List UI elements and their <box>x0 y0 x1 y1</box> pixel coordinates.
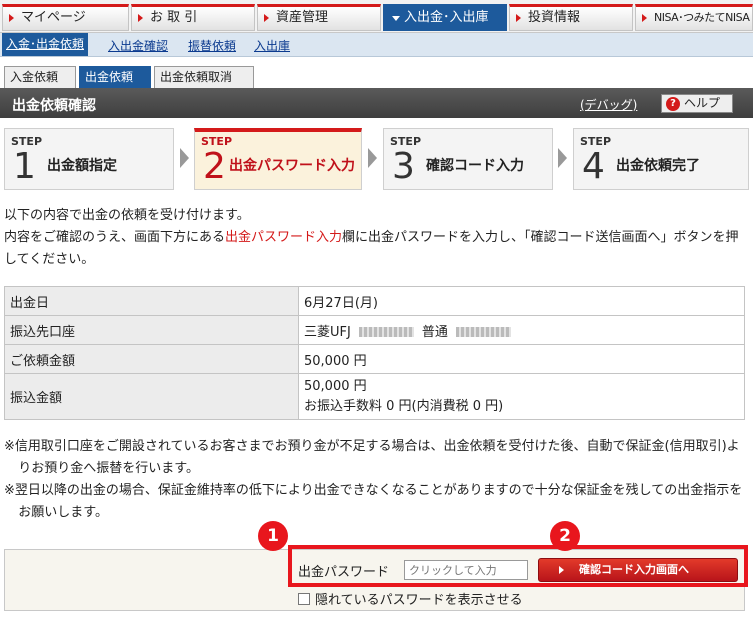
step-name: 出金依頼完了 <box>616 158 700 174</box>
show-password-label: 隠れているパスワードを表示させる <box>315 593 523 608</box>
intro-text-part: 内容をご確認のうえ、画面下方にある <box>4 230 226 245</box>
nav-tab-label: 入出金･入出庫 <box>404 10 489 25</box>
subnav-securities-transfer[interactable]: 入出庫 <box>254 37 290 54</box>
arrow-down-icon <box>392 16 400 21</box>
nav-tab-mypage[interactable]: マイページ <box>2 4 129 31</box>
table-row: 出金日 6月27日(月) <box>4 286 745 316</box>
table-row: ご依頼金額 50,000 円 <box>4 344 745 374</box>
top-navigation: マイページ お 取 引 資産管理 入出金･入出庫 投資情報 NISA･つみたてN… <box>0 0 753 33</box>
withdrawal-date-label: 出金日 <box>4 286 299 316</box>
nav-tab-trading[interactable]: お 取 引 <box>131 4 255 31</box>
destination-account-label: 振込先口座 <box>4 315 299 345</box>
intro-highlight: 出金パスワード入力 <box>225 230 343 245</box>
note-item: ※翌日以降の出金の場合、保証金維持率の低下により出金できなくなることがありますの… <box>4 483 743 520</box>
callout-badge-2: 2 <box>550 521 580 551</box>
nav-tab-label: NISA･つみたてNISA <box>654 11 750 24</box>
nav-tab-nisa[interactable]: NISA･つみたてNISA <box>635 4 753 31</box>
help-label: ヘルプ <box>684 96 721 110</box>
step-number: 2 <box>203 146 226 187</box>
step-number: 3 <box>392 146 415 187</box>
help-icon: ? <box>666 97 680 111</box>
bank-name: 三菱UFJ <box>304 324 351 340</box>
withdrawal-details-table: 出金日 6月27日(月) 振込先口座 三菱UFJ 普通 ご依頼金額 50,000 … <box>4 286 745 420</box>
nav-tab-assets[interactable]: 資産管理 <box>257 4 381 31</box>
arrow-right-icon <box>138 14 143 22</box>
arrow-right-icon <box>559 566 564 574</box>
intro-line-2: 内容をご確認のうえ、画面下方にある出金パスワード入力欄に出金パスワードを入力し、… <box>4 227 749 271</box>
help-button[interactable]: ? ヘルプ <box>661 94 733 113</box>
tab-deposit-request[interactable]: 入金依頼 <box>4 66 76 88</box>
step-3: STEP 3 確認コード入力 <box>383 128 553 190</box>
transfer-amount: 50,000 円 <box>304 378 367 394</box>
table-row: 振込先口座 三菱UFJ 普通 <box>4 315 745 345</box>
intro-line-1: 以下の内容で出金の依頼を受け付けます。 <box>4 208 250 223</box>
show-password-option[interactable]: 隠れているパスワードを表示させる <box>298 589 523 608</box>
chevron-right-icon <box>180 148 189 168</box>
withdrawal-password-input[interactable] <box>404 560 528 580</box>
nav-tab-investment-info[interactable]: 投資情報 <box>509 4 633 31</box>
destination-account-value: 三菱UFJ 普通 <box>298 315 745 345</box>
subnav-confirmation[interactable]: 入出金確認 <box>108 37 168 54</box>
step-name: 出金パスワード入力 <box>229 158 355 174</box>
sub-tabs: 入金依頼 出金依頼 出金依頼取消 <box>0 66 753 88</box>
nav-tab-label: お 取 引 <box>150 10 198 25</box>
masked-account-number <box>455 327 511 337</box>
step-name: 出金額指定 <box>47 158 117 174</box>
request-amount-label: ご依頼金額 <box>4 344 299 374</box>
withdrawal-date-value: 6月27日(月) <box>298 286 745 316</box>
nav-tab-deposit-withdrawal[interactable]: 入出金･入出庫 <box>383 4 507 31</box>
tab-withdrawal-cancel[interactable]: 出金依頼取消 <box>154 66 254 88</box>
nav-tab-label: 資産管理 <box>276 10 329 25</box>
tab-withdrawal-request[interactable]: 出金依頼 <box>79 66 151 88</box>
arrow-right-icon <box>9 14 14 22</box>
step-number: 4 <box>582 146 605 187</box>
withdrawal-password-label: 出金パスワード <box>298 565 390 580</box>
table-row: 振込金額 50,000 円 お振込手数料 0 円(内消費税 0 円) <box>4 373 745 420</box>
step-number: 1 <box>13 146 36 187</box>
chevron-right-icon <box>368 148 377 168</box>
sub-navigation: 入金･出金依頼 入出金確認 振替依頼 入出庫 <box>0 33 753 57</box>
notes: ※信用取引口座をご開設されているお客さまでお預り金が不足する場合は、出金依頼を受… <box>4 436 749 524</box>
account-type: 普通 <box>421 324 448 340</box>
nav-tab-label: 投資情報 <box>528 10 581 25</box>
request-amount-value: 50,000 円 <box>298 344 745 374</box>
show-password-checkbox[interactable] <box>298 593 310 605</box>
callout-badge-1: 1 <box>258 521 288 551</box>
transfer-fee: お振込手数料 0 円(内消費税 0 円) <box>304 398 504 414</box>
transfer-amount-value: 50,000 円 お振込手数料 0 円(内消費税 0 円) <box>298 373 745 420</box>
arrow-right-icon <box>516 14 521 22</box>
page-title: 出金依頼確認 <box>12 98 96 114</box>
masked-branch <box>358 327 414 337</box>
nav-tab-label: マイページ <box>21 10 86 25</box>
chevron-right-icon <box>558 148 567 168</box>
debug-link[interactable]: (デバッグ) <box>580 96 637 113</box>
page-title-bar: 出金依頼確認 (デバッグ) ? ヘルプ <box>0 88 753 118</box>
step-1: STEP 1 出金額指定 <box>4 128 174 190</box>
note-item: ※信用取引口座をご開設されているお客さまでお預り金が不足する場合は、出金依頼を受… <box>4 439 740 476</box>
subnav-transfer-request[interactable]: 振替依頼 <box>188 37 236 54</box>
step-name: 確認コード入力 <box>426 158 524 174</box>
subnav-deposit-withdrawal-request[interactable]: 入金･出金依頼 <box>2 33 89 56</box>
arrow-right-icon <box>264 14 269 22</box>
step-4: STEP 4 出金依頼完了 <box>573 128 749 190</box>
confirm-code-button[interactable]: 確認コード入力画面へ <box>538 558 738 582</box>
step-2: STEP 2 出金パスワード入力 <box>194 128 362 190</box>
transfer-amount-label: 振込金額 <box>4 373 299 420</box>
arrow-right-icon <box>642 14 647 22</box>
step-indicator: STEP 1 出金額指定 STEP 2 出金パスワード入力 STEP 3 確認コ… <box>0 128 753 192</box>
intro-text: 以下の内容で出金の依頼を受け付けます。 内容をご確認のうえ、画面下方にある出金パ… <box>4 205 749 271</box>
confirm-code-button-label: 確認コード入力画面へ <box>579 563 689 576</box>
